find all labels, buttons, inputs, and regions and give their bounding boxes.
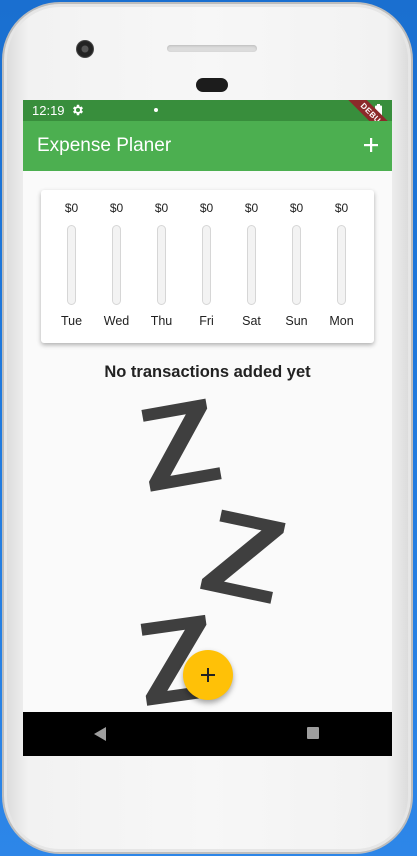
chart-day-amount: $0: [109, 201, 124, 215]
status-time: 12:19: [32, 103, 65, 118]
chart-day-column: $0 Tue: [49, 190, 94, 343]
add-transaction-button[interactable]: [358, 132, 384, 158]
chart-bar-track: [337, 225, 346, 305]
chart-day-column: $0 Fri: [184, 190, 229, 343]
chart-day-column: $0 Sun: [274, 190, 319, 343]
chart-day-label: Fri: [199, 314, 214, 328]
chart-day-label: Thu: [150, 314, 173, 328]
chart-day-column: $0 Wed: [94, 190, 139, 343]
chart-day-amount: $0: [64, 201, 79, 215]
chart-day-label: Sat: [242, 314, 261, 328]
back-icon[interactable]: [93, 726, 107, 742]
chart-day-amount: $0: [289, 201, 304, 215]
chart-bar-track: [157, 225, 166, 305]
chart-day-column: $0 Mon: [319, 190, 364, 343]
chart-day-column: $0 Sat: [229, 190, 274, 343]
front-sensor: [196, 78, 228, 92]
app-title: Expense Planer: [37, 135, 172, 156]
chart-bar-track: [112, 225, 121, 305]
chart-day-amount: $0: [244, 201, 259, 215]
settings-gear-icon: [73, 104, 83, 116]
empty-state-message: No transactions added yet: [104, 363, 311, 381]
chart-day-label: Mon: [329, 314, 354, 328]
recent-apps-icon[interactable]: [307, 727, 319, 739]
plus-icon: [201, 668, 215, 682]
chart-bar-track: [247, 225, 256, 305]
chart-day-label: Wed: [103, 314, 130, 328]
add-transaction-fab[interactable]: [183, 650, 233, 700]
notification-dot-icon: [154, 108, 158, 112]
chart-bar-track: [67, 225, 76, 305]
chart-bar-track: [202, 225, 211, 305]
system-navigation-bar: [23, 712, 392, 756]
chart-bar-track: [292, 225, 301, 305]
status-bar: 12:19 DEBUG: [23, 100, 392, 149]
chart-day-amount: $0: [334, 201, 349, 215]
chart-day-amount: $0: [199, 201, 214, 215]
plus-icon: [364, 138, 378, 152]
chart-day-column: $0 Thu: [139, 190, 184, 343]
chart-day-label: Sun: [285, 314, 308, 328]
earpiece-speaker: [167, 45, 257, 52]
app-screen: 12:19 DEBUG Expense Planer $0 Tue $0 Wed $0 T…: [23, 100, 392, 756]
app-bar: Expense Planer: [23, 121, 392, 171]
chart-day-label: Tue: [60, 314, 83, 328]
weekly-chart-card: $0 Tue $0 Wed $0 Thu $0 Fri $0 Sat $0 Sun $0 Mon: [41, 190, 374, 343]
chart-day-amount: $0: [154, 201, 169, 215]
front-camera: [76, 40, 94, 58]
